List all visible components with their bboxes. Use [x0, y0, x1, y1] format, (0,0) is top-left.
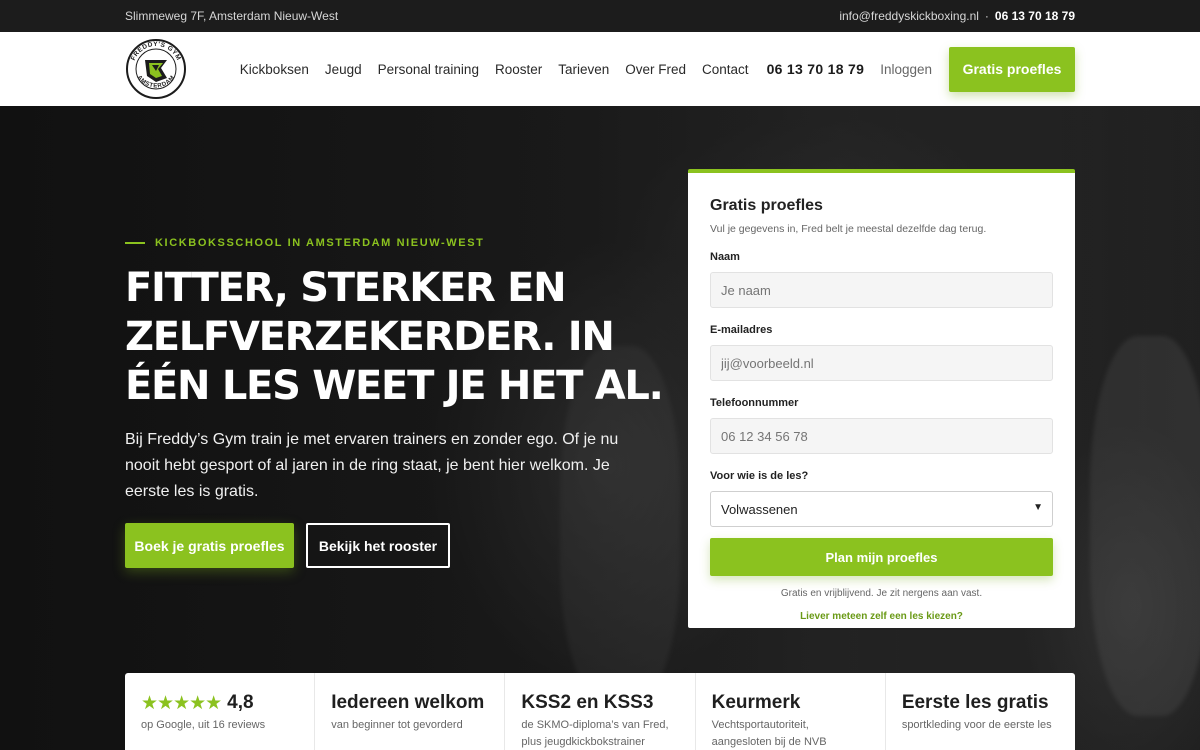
nav-item-personal-training[interactable]: Personal training — [370, 62, 487, 77]
stat-keurmerk-caption: Vechtsportautoriteit, aangesloten bij de… — [711, 719, 827, 748]
logo-emblem-icon: FREDDY'S GYM AMSTERDAM — [126, 39, 186, 99]
login-link[interactable]: Inloggen — [872, 62, 949, 77]
view-schedule-button[interactable]: Bekijk het rooster — [306, 523, 450, 568]
choose-lesson-link[interactable]: Liever meteen zelf een les kiezen? — [710, 611, 1053, 622]
email-label: E-mailadres — [710, 324, 773, 336]
nav-item-rooster[interactable]: Rooster — [487, 62, 550, 77]
name-input[interactable] — [710, 272, 1053, 308]
separator: · — [984, 9, 989, 23]
who-select-wrapper: Volwassenen ▼ — [710, 491, 1053, 527]
chevron-down-icon: ▼ — [1033, 502, 1043, 513]
main-nav: FREDDY'S GYM AMSTERDAM Kickboksen Jeugd … — [0, 32, 1200, 106]
submit-button[interactable]: Plan mijn proefles — [710, 538, 1053, 576]
rating-row: ★★★★★ 4,8 — [141, 691, 298, 715]
stat-diplomas-caption: de SKMO-diploma’s van Fred, plus jeugdki… — [521, 719, 669, 748]
stat-diplomas-title: KSS2 en KSS3 — [521, 692, 654, 713]
hero-headline: FITTER, STERKER EN ZELFVERZEKERDER. IN É… — [125, 265, 664, 409]
star-rating-icon: ★★★★★ — [141, 692, 222, 714]
who-select[interactable]: Volwassenen — [710, 491, 1053, 527]
address-text: Slimmeweg 7F, Amsterdam Nieuw-West — [125, 9, 339, 23]
trial-form-card: Gratis proefles Vul je gegevens in, Fred… — [688, 169, 1075, 628]
stat-free-lesson-caption: sportkleding voor de eerste les — [901, 719, 1052, 731]
email-input[interactable] — [710, 345, 1053, 381]
phone-input[interactable] — [710, 418, 1053, 454]
rating-value: 4,8 — [227, 692, 254, 713]
form-note: Gratis en vrijblijvend. Je zit nergens a… — [780, 588, 983, 599]
nav-item-jeugd[interactable]: Jeugd — [317, 62, 370, 77]
nav-item-contact[interactable]: Contact — [694, 62, 757, 77]
eyebrow-line — [125, 242, 145, 244]
stat-welcome-title: Iedereen welkom — [331, 692, 485, 713]
book-trial-button[interactable]: Boek je gratis proefles — [125, 523, 294, 568]
top-bar: Slimmeweg 7F, Amsterdam Nieuw-West info@… — [0, 0, 1200, 32]
nav-item-over-fred[interactable]: Over Fred — [617, 62, 694, 77]
nav-phone-link[interactable]: 06 13 70 18 79 — [757, 61, 873, 77]
stat-free-lesson: Eerste les gratis sportkleding voor de e… — [886, 673, 1075, 750]
stat-keurmerk: Keurmerk Vechtsportautoriteit, aangeslot… — [696, 673, 886, 750]
nav-links: Kickboksen Jeugd Personal training Roost… — [232, 46, 1075, 92]
topbar-contact: info@freddyskickboxing.nl · 06 13 70 18 … — [839, 9, 1075, 23]
email-link[interactable]: info@freddyskickboxing.nl — [839, 9, 979, 23]
gym-logo[interactable]: FREDDY'S GYM AMSTERDAM — [125, 38, 187, 100]
form-title: Gratis proefles — [710, 197, 823, 214]
hero-eyebrow: KICKBOKSSCHOOL IN AMSTERDAM NIEUW-WEST — [125, 237, 484, 249]
stat-diplomas: KSS2 en KSS3 de SKMO-diploma’s van Fred,… — [505, 673, 696, 750]
topbar-phone-link[interactable]: 06 13 70 18 79 — [995, 9, 1075, 23]
name-label: Naam — [710, 251, 740, 263]
hero-lead: Bij Freddy’s Gym train je met ervaren tr… — [125, 431, 619, 500]
nav-trial-button[interactable]: Gratis proefles — [949, 46, 1075, 92]
form-subtitle: Vul je gegevens in, Fred belt je meestal… — [710, 223, 987, 235]
stat-keurmerk-title: Keurmerk — [711, 692, 801, 713]
stat-welcome-caption: van beginner tot gevorderd — [331, 719, 463, 731]
stat-rating: ★★★★★ 4,8 op Google, uit 16 reviews — [125, 673, 316, 750]
rating-caption: op Google, uit 16 reviews — [141, 719, 266, 731]
nav-item-tarieven[interactable]: Tarieven — [550, 62, 617, 77]
nav-item-kickboksen[interactable]: Kickboksen — [232, 62, 317, 77]
phone-label: Telefoonnummer — [710, 397, 799, 409]
stat-free-lesson-title: Eerste les gratis — [901, 692, 1049, 713]
stat-welcome: Iedereen welkom van beginner tot gevorde… — [315, 673, 506, 750]
who-label: Voor wie is de les? — [710, 470, 809, 482]
stats-bar: ★★★★★ 4,8 op Google, uit 16 reviews Iede… — [125, 673, 1075, 750]
eyebrow-text: KICKBOKSSCHOOL IN AMSTERDAM NIEUW-WEST — [155, 237, 485, 249]
